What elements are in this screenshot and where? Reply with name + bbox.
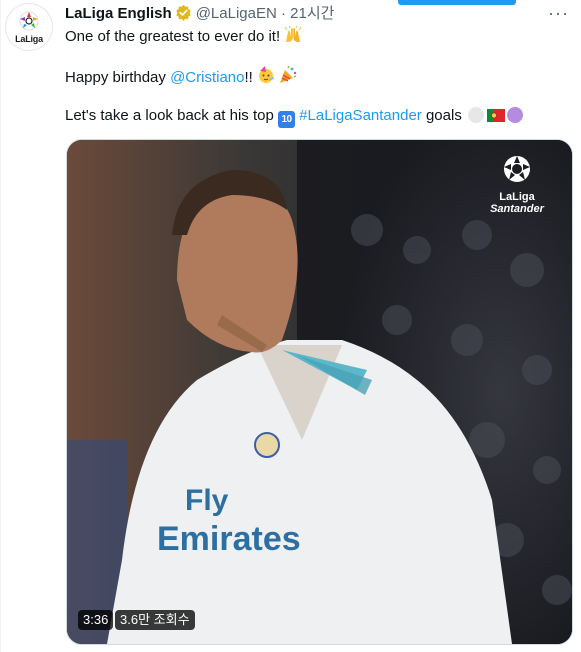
tweet-text-3-suffix: goals [425,107,462,124]
tweet-header: LaLiga English @LaLigaEN · 21시간 [65,4,334,27]
laliga-watermark-icon [504,156,530,182]
tweet-bangs: !! [244,69,253,86]
keycap-ten-icon: 10 [278,111,295,128]
handle[interactable]: @LaLigaEN [196,5,277,22]
tweet-text-1: One of the greatest to ever do it! [65,28,281,45]
tweet-text-2: Happy birthday [65,69,166,86]
laliga-logo-icon [19,11,39,31]
video-duration-badge: 3:36 [78,610,114,630]
mention-link[interactable]: @Cristiano [170,69,244,86]
shirt-sponsor-line1: Fly [185,484,229,517]
purple-circle-icon [506,107,523,123]
shirt-sponsor-line2: Emirates [157,520,301,558]
video-player[interactable]: Fly Emirates LaLiga Santander [66,139,573,645]
tweet-line-3: Let's take a look back at his top 10 #La… [65,106,523,128]
video-views-badge: 3.6만 조회수 [115,610,195,630]
tweet-line-1: One of the greatest to ever do it! [65,25,302,49]
tweet-text-3: Let's take a look back at his top [65,107,274,124]
timestamp[interactable]: 21시간 [290,5,334,22]
verified-badge-icon [175,4,192,27]
tweet-line-2: Happy birthday @Cristiano!! [65,65,297,90]
more-options-icon[interactable]: ··· [548,4,569,22]
hashtag-link[interactable]: #LaLigaSantander [299,107,422,124]
portugal-flag-icon [486,108,505,128]
laliga-watermark: LaLiga Santander [482,154,552,215]
partying-face-icon [257,66,275,90]
display-name[interactable]: LaLiga English [65,5,172,22]
watermark-line2: Santander [490,203,544,215]
avatar[interactable]: LaLiga [5,3,53,51]
avatar-wordmark: LaLiga [15,34,43,44]
watermark-line1: LaLiga [499,191,535,203]
video-thumbnail: Fly Emirates [67,140,572,644]
white-circle-icon [467,107,484,123]
frame-edge [0,0,1,652]
party-popper-icon [279,65,297,90]
raising-hands-icon [284,25,302,49]
top-highlight-bar [398,0,516,5]
